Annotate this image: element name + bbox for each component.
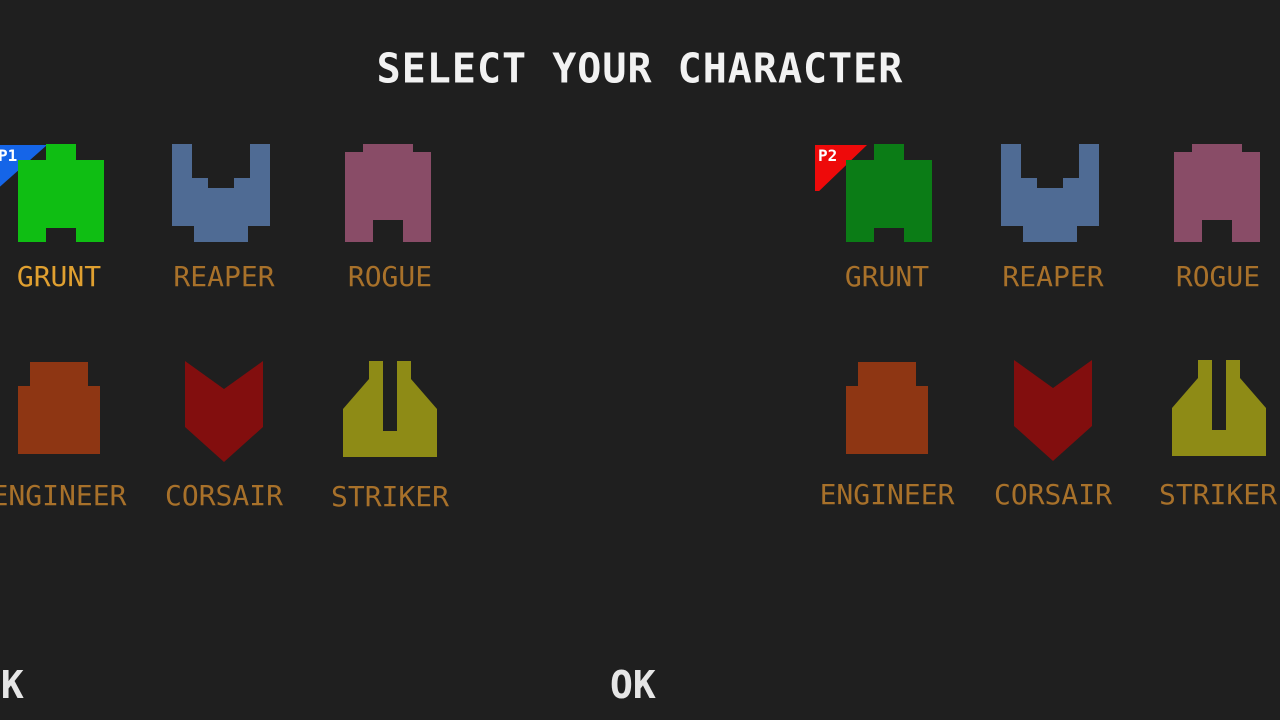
player2-tag-text: P2 [818,146,838,165]
player2-grunt-shape [846,144,932,242]
player2-label-reaper[interactable]: REAPER [968,260,1138,294]
player1-engineer-shape [18,362,100,454]
player2-label-grunt[interactable]: GRUNT [802,260,972,294]
player2-reaper-icon[interactable] [1001,144,1099,242]
player2-engineer-icon[interactable] [846,362,928,454]
player2-rogue-shape [1174,144,1260,242]
player1-label-engineer[interactable]: ENGINEER [0,479,144,513]
player1-corsair-shape [185,361,263,462]
player2-label-corsair[interactable]: CORSAIR [968,478,1138,512]
player1-label-striker[interactable]: STRIKER [305,480,475,514]
player1-label-grunt[interactable]: GRUNT [0,260,144,294]
player1-reaper-icon[interactable] [172,144,270,242]
character-select-screen: SELECT YOUR CHARACTER P1 GRUNT REAPER RO… [0,0,1280,720]
player1-striker-shape [343,361,437,457]
player2-label-striker[interactable]: STRIKER [1133,478,1280,512]
player2-corsair-shape [1014,360,1092,461]
player1-label-rogue[interactable]: ROGUE [305,260,475,294]
player2-label-rogue[interactable]: ROGUE [1133,260,1280,294]
player2-reaper-shape [1001,144,1099,242]
player1-tag-text: P1 [0,146,18,165]
player1-label-corsair[interactable]: CORSAIR [139,479,309,513]
player2-ok-button[interactable]: OK [610,660,656,710]
player2-rogue-icon[interactable] [1174,144,1260,242]
player1-striker-icon[interactable] [343,361,437,457]
player1-grunt-icon[interactable] [18,144,104,242]
player2-corsair-icon[interactable] [1014,360,1092,461]
player1-corsair-icon[interactable] [185,361,263,462]
player1-engineer-icon[interactable] [18,362,100,454]
player1-reaper-shape [172,144,270,242]
player2-striker-shape [1172,360,1266,456]
player2-label-engineer[interactable]: ENGINEER [802,478,972,512]
player1-grunt-shape [18,144,104,242]
player1-rogue-icon[interactable] [345,144,431,242]
player2-grunt-icon[interactable] [846,144,932,242]
player1-ok-button[interactable]: OK [0,660,24,710]
player1-rogue-shape [345,144,431,242]
screen-title: SELECT YOUR CHARACTER [376,45,904,93]
player1-label-reaper[interactable]: REAPER [139,260,309,294]
player2-striker-icon[interactable] [1172,360,1266,456]
player2-engineer-shape [846,362,928,454]
